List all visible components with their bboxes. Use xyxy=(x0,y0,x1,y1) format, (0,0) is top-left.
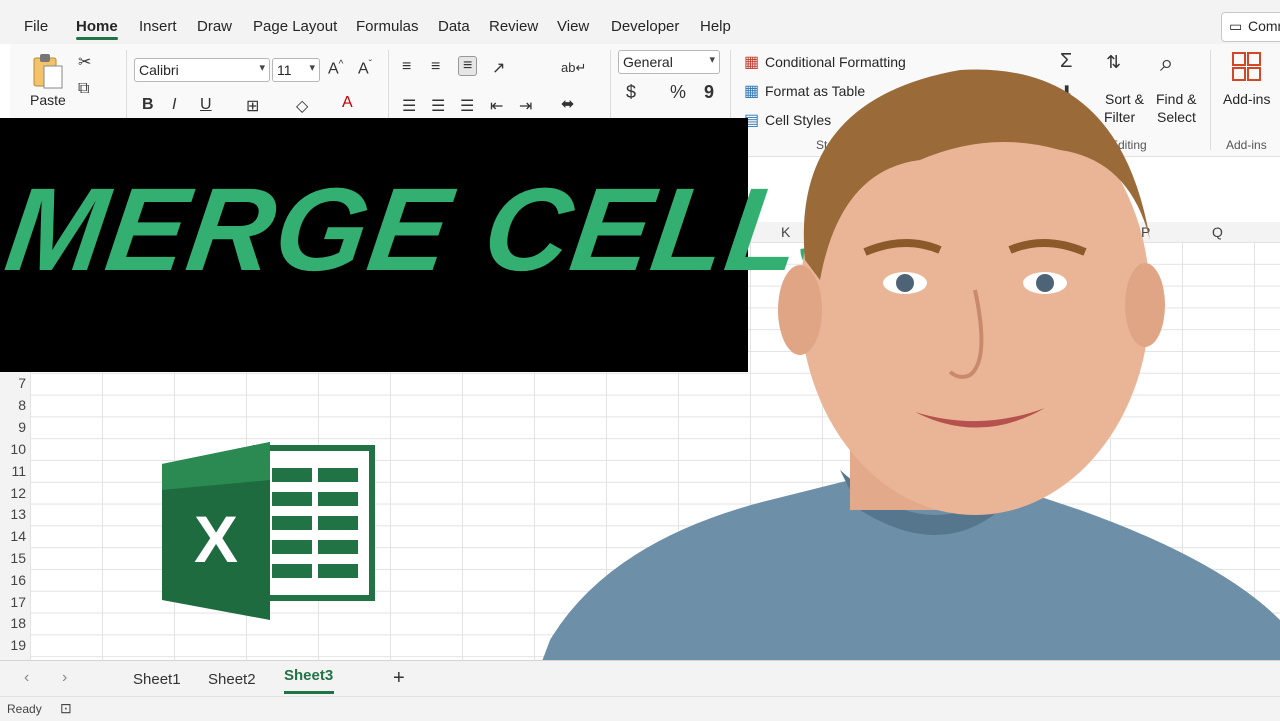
presenter-photo xyxy=(520,69,1280,720)
tab-help[interactable]: Help xyxy=(700,18,731,35)
paste-label[interactable]: Paste xyxy=(30,92,66,108)
row-header[interactable]: 17 xyxy=(0,594,26,610)
status-bar: Ready ⊡ xyxy=(0,696,1280,721)
row-header[interactable]: 13 xyxy=(0,506,26,522)
scroll-left-icon[interactable]: ‹ xyxy=(24,669,29,687)
sheet-tab-1[interactable]: Sheet1 xyxy=(133,671,181,688)
font-size-combo[interactable]: 11 ▾ xyxy=(272,58,320,82)
row-header[interactable]: 16 xyxy=(0,572,26,588)
borders-icon[interactable]: ⊞ xyxy=(246,96,259,116)
row-header[interactable]: 14 xyxy=(0,528,26,544)
row-header[interactable]: 19 xyxy=(0,637,26,653)
comment-icon: ▭ xyxy=(1229,18,1243,34)
tab-view[interactable]: View xyxy=(557,18,589,35)
align-left-icon[interactable]: ☰ xyxy=(402,96,416,116)
ribbon-tab-bar: File Home Insert Draw Page Layout Formul… xyxy=(0,0,1280,44)
tab-developer[interactable]: Developer xyxy=(611,18,679,35)
decrease-indent-icon[interactable]: ⇤ xyxy=(490,96,503,116)
comments-label: Comm xyxy=(1248,18,1280,34)
font-name-combo[interactable]: Calibri ▾ xyxy=(134,58,270,82)
row-header[interactable]: 15 xyxy=(0,550,26,566)
align-top-icon[interactable]: ≡ xyxy=(402,58,411,76)
sheet-tab-bar: ‹ › Sheet1 Sheet2 Sheet3 + xyxy=(0,660,1280,697)
tab-data[interactable]: Data xyxy=(438,18,470,35)
shrink-font-icon[interactable]: Aˇ xyxy=(358,59,372,78)
status-ready: Ready xyxy=(7,702,42,716)
align-middle-icon[interactable]: ≡ xyxy=(431,58,440,76)
align-bottom-icon[interactable]: ≡ xyxy=(458,56,478,76)
tab-draw[interactable]: Draw xyxy=(197,18,232,35)
scroll-right-icon[interactable]: › xyxy=(62,669,67,687)
align-center-icon[interactable]: ☰ xyxy=(431,96,445,116)
tab-insert[interactable]: Insert xyxy=(139,18,177,35)
font-color-icon[interactable]: A xyxy=(342,94,353,112)
add-sheet-button[interactable]: + xyxy=(393,667,405,690)
chevron-down-icon: ▾ xyxy=(309,62,315,74)
orientation-icon[interactable]: ↗ xyxy=(492,58,505,78)
bold-button[interactable]: B xyxy=(142,96,154,114)
underline-button[interactable]: U xyxy=(200,96,212,114)
tab-home[interactable]: Home xyxy=(76,18,118,35)
macro-record-icon[interactable]: ⊡ xyxy=(60,700,72,717)
active-tab-indicator xyxy=(76,37,118,40)
font-size-value: 11 xyxy=(277,62,292,78)
svg-text:X: X xyxy=(194,502,238,576)
tab-review[interactable]: Review xyxy=(489,18,538,35)
paste-icon[interactable] xyxy=(30,52,64,90)
row-header[interactable]: 11 xyxy=(0,463,26,479)
row-header[interactable]: 10 xyxy=(0,441,26,457)
sheet-tab-3[interactable]: Sheet3 xyxy=(284,667,333,684)
tab-page-layout[interactable]: Page Layout xyxy=(253,18,337,35)
row-header[interactable]: 18 xyxy=(0,615,26,631)
sheet-tab-2[interactable]: Sheet2 xyxy=(208,671,256,688)
active-sheet-indicator xyxy=(284,691,334,694)
align-right-icon[interactable]: ☰ xyxy=(460,96,474,116)
chevron-down-icon: ▾ xyxy=(259,62,265,74)
grow-font-icon[interactable]: A^ xyxy=(328,59,343,78)
row-header[interactable]: 8 xyxy=(0,397,26,413)
tab-file[interactable]: File xyxy=(24,18,48,35)
fill-color-icon[interactable]: ◇ xyxy=(296,96,308,116)
comments-button[interactable]: ▭ Comm xyxy=(1221,12,1280,42)
row-header[interactable]: 7 xyxy=(0,375,26,391)
row-header[interactable]: 12 xyxy=(0,485,26,501)
tab-formulas[interactable]: Formulas xyxy=(356,18,419,35)
excel-logo-icon: X xyxy=(162,442,375,620)
font-name-value: Calibri xyxy=(139,62,179,78)
italic-button[interactable]: I xyxy=(172,96,176,114)
row-header[interactable]: 9 xyxy=(0,419,26,435)
cut-icon[interactable]: ✂ xyxy=(78,52,91,72)
copy-icon[interactable]: ⧉ xyxy=(78,80,89,98)
